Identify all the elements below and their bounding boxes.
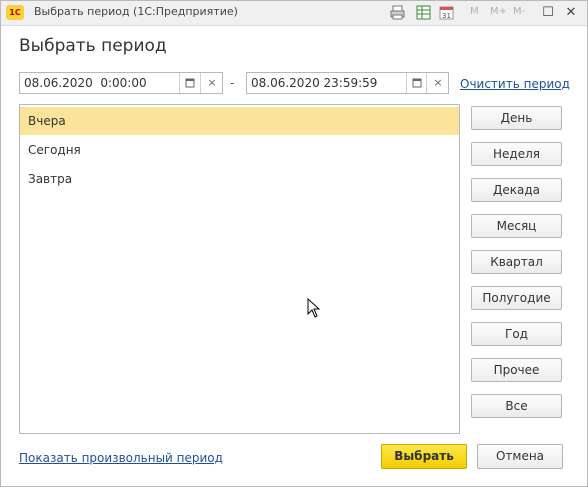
close-icon[interactable]: ✕ bbox=[562, 4, 580, 21]
decade-button[interactable]: Декада bbox=[471, 178, 562, 202]
list-item-tomorrow[interactable]: Завтра bbox=[20, 165, 459, 193]
end-date-value[interactable]: 08.06.2020 23:59:59 bbox=[251, 76, 377, 90]
select-button[interactable]: Выбрать bbox=[381, 444, 467, 469]
all-button[interactable]: Все bbox=[471, 394, 562, 418]
day-button[interactable]: День bbox=[471, 106, 562, 130]
maximize-icon[interactable]: ☐ bbox=[539, 4, 557, 21]
title-bar[interactable]: 1С Выбрать период (1С:Предприятие) 31 M … bbox=[1, 1, 587, 26]
half-year-button[interactable]: Полугодие bbox=[471, 286, 562, 310]
list-item-yesterday[interactable]: Вчера bbox=[20, 107, 459, 135]
end-clear-icon[interactable]: × bbox=[426, 73, 449, 93]
year-button[interactable]: Год bbox=[471, 322, 562, 346]
memory-minus-button[interactable]: M- bbox=[513, 6, 525, 17]
print-icon[interactable] bbox=[389, 4, 406, 21]
month-button[interactable]: Месяц bbox=[471, 214, 562, 238]
mouse-cursor-icon bbox=[307, 298, 321, 318]
window-title: Выбрать период (1С:Предприятие) bbox=[34, 5, 238, 18]
memory-button[interactable]: M bbox=[470, 6, 479, 17]
calendar-icon[interactable]: 31 bbox=[438, 4, 455, 21]
range-separator: - bbox=[230, 76, 235, 90]
end-date-field[interactable]: 08.06.2020 23:59:59 × bbox=[246, 72, 449, 94]
dialog-window: 1С Выбрать период (1С:Предприятие) 31 M … bbox=[0, 0, 588, 487]
page-title: Выбрать период bbox=[19, 36, 167, 56]
memory-plus-button[interactable]: M+ bbox=[490, 6, 507, 17]
week-button[interactable]: Неделя bbox=[471, 142, 562, 166]
custom-period-link[interactable]: Показать произвольный период bbox=[19, 451, 223, 465]
end-calendar-icon[interactable] bbox=[406, 73, 427, 93]
list-item-today[interactable]: Сегодня bbox=[20, 136, 459, 164]
start-date-field[interactable]: 08.06.2020 0:00:00 × bbox=[19, 72, 223, 94]
start-clear-icon[interactable]: × bbox=[200, 73, 223, 93]
cancel-button[interactable]: Отмена bbox=[477, 444, 563, 469]
clear-period-link[interactable]: Очистить период bbox=[460, 77, 570, 91]
start-date-value[interactable]: 08.06.2020 0:00:00 bbox=[24, 76, 147, 90]
svg-text:31: 31 bbox=[442, 12, 451, 20]
start-calendar-icon[interactable] bbox=[179, 73, 200, 93]
quarter-button[interactable]: Квартал bbox=[471, 250, 562, 274]
spreadsheet-icon[interactable] bbox=[415, 4, 432, 21]
app-logo: 1С bbox=[6, 5, 24, 20]
period-list[interactable]: Вчера Сегодня Завтра bbox=[19, 104, 460, 434]
other-button[interactable]: Прочее bbox=[471, 358, 562, 382]
